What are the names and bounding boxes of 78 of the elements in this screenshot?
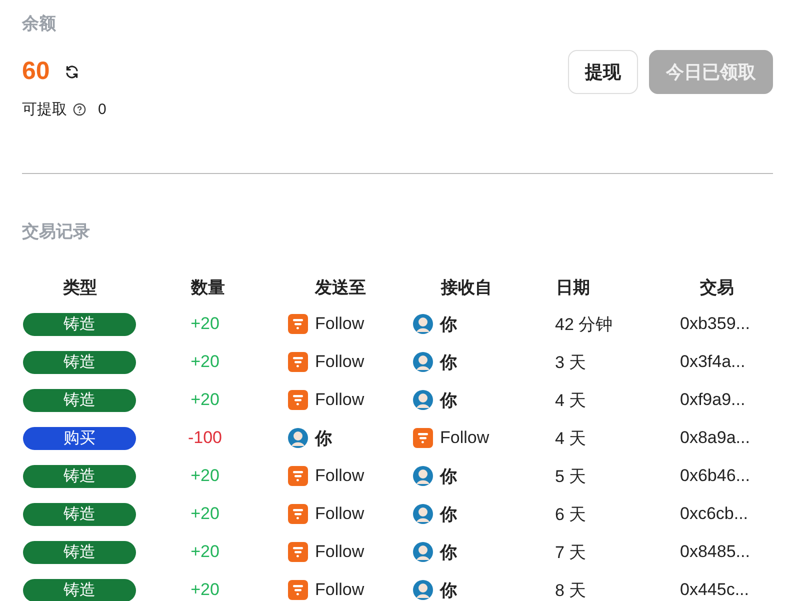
balance-amount: 60 (22, 57, 50, 86)
app-name: Follow (315, 390, 364, 410)
amount-text: +20 (190, 352, 220, 372)
transaction-hash[interactable]: 0x6b46... (680, 466, 750, 486)
amount-text: +20 (190, 314, 220, 334)
user-name: 你 (440, 352, 457, 374)
date-text: 6 天 (555, 504, 586, 526)
withdrawable-value: 0 (98, 101, 106, 118)
withdraw-button[interactable]: 提现 (568, 50, 638, 94)
app-logo-icon (288, 314, 308, 334)
user-name: 你 (440, 466, 457, 488)
app-name: Follow (315, 542, 364, 562)
app-logo-icon (288, 352, 308, 372)
app-name: Follow (315, 352, 364, 372)
date-text: 7 天 (555, 542, 586, 564)
amount-text: +20 (190, 466, 220, 486)
user-name: 你 (440, 580, 457, 601)
type-badge: 铸造 (23, 578, 136, 601)
app-name: Follow (315, 466, 364, 486)
type-badge: 铸造 (23, 540, 136, 564)
transaction-hash[interactable]: 0x445c... (680, 580, 749, 600)
column-header: 交易 (700, 278, 734, 296)
transaction-hash[interactable]: 0xf9a9... (680, 390, 746, 410)
user-avatar-icon (288, 428, 308, 448)
column-header: 数量 (191, 278, 225, 296)
type-badge: 铸造 (23, 312, 136, 336)
user-name: 你 (440, 542, 457, 564)
refresh-icon[interactable] (64, 64, 80, 80)
amount-text: +20 (190, 504, 220, 524)
app-logo-icon (288, 466, 308, 486)
date-text: 4 天 (555, 390, 586, 412)
type-badge: 铸造 (23, 388, 136, 412)
date-text: 4 天 (555, 428, 586, 450)
app-logo-icon (288, 580, 308, 600)
withdrawable-label: 可提取 (22, 100, 67, 119)
app-logo-icon (288, 504, 308, 524)
app-logo-icon (288, 390, 308, 410)
app-name: Follow (315, 580, 364, 600)
amount-text: -100 (188, 428, 222, 448)
amount-text: +20 (190, 580, 220, 600)
column-header: 类型 (63, 278, 97, 296)
type-badge: 铸造 (23, 502, 136, 526)
user-avatar-icon (413, 314, 433, 334)
date-text: 8 天 (555, 580, 586, 601)
transaction-hash[interactable]: 0x8485... (680, 542, 750, 562)
date-text: 42 分钟 (555, 314, 613, 336)
transaction-hash[interactable]: 0xb359... (680, 314, 750, 334)
column-header: 日期 (556, 278, 590, 296)
type-badge: 铸造 (23, 350, 136, 374)
column-header: 发送至 (315, 278, 366, 296)
help-icon[interactable] (73, 103, 86, 116)
transaction-hash[interactable]: 0x3f4a... (680, 352, 746, 372)
user-avatar-icon (413, 504, 433, 524)
user-name: 你 (440, 390, 457, 412)
column-header: 接收自 (441, 278, 492, 296)
amount-text: +20 (190, 542, 220, 562)
user-avatar-icon (413, 580, 433, 600)
balance-title: 余额 (22, 13, 57, 35)
user-avatar-icon (413, 542, 433, 562)
app-logo-icon (413, 428, 433, 448)
user-avatar-icon (413, 390, 433, 410)
date-text: 3 天 (555, 352, 586, 374)
type-badge: 铸造 (23, 464, 136, 488)
app-logo-icon (288, 542, 308, 562)
transaction-hash[interactable]: 0x8a9a... (680, 428, 750, 448)
user-name: 你 (315, 428, 332, 450)
user-avatar-icon (413, 466, 433, 486)
type-badge: 购买 (23, 426, 136, 450)
amount-text: +20 (190, 390, 220, 410)
user-name: 你 (440, 314, 457, 336)
app-name: Follow (315, 314, 364, 334)
transaction-hash[interactable]: 0xc6cb... (680, 504, 748, 524)
app-name: Follow (440, 428, 490, 448)
user-avatar-icon (413, 352, 433, 372)
app-name: Follow (315, 504, 364, 524)
transactions-title: 交易记录 (22, 221, 91, 243)
user-name: 你 (440, 504, 457, 526)
date-text: 5 天 (555, 466, 586, 488)
